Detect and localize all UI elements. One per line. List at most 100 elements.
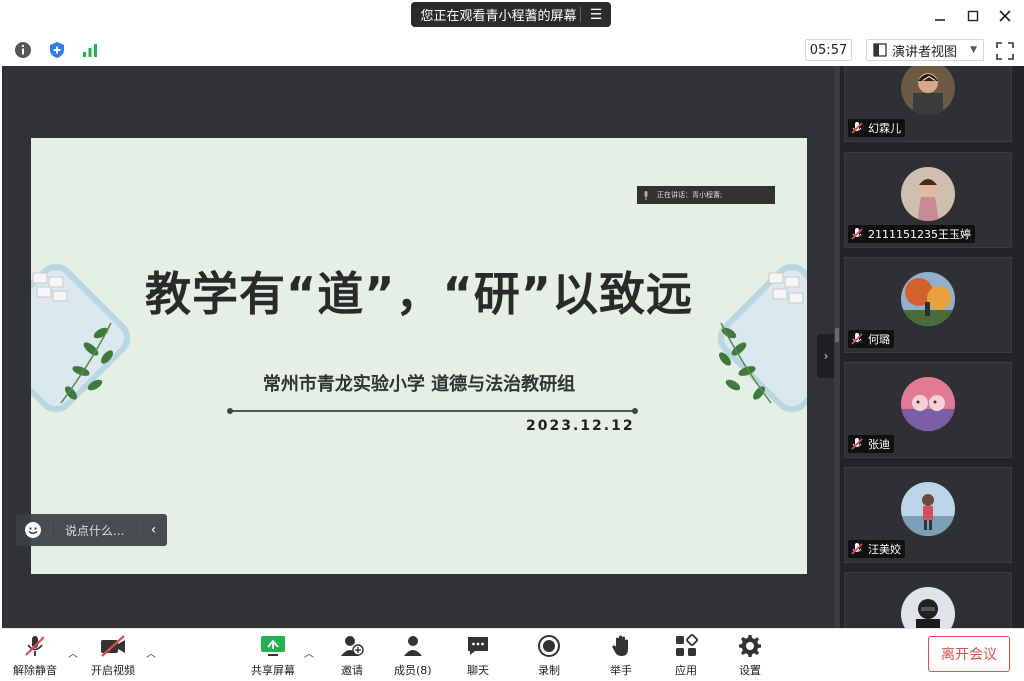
security-button[interactable]	[46, 39, 68, 61]
slide-subtitle: 常州市青龙实验小学 道德与法治教研组	[262, 374, 576, 395]
microphone-muted-icon	[851, 438, 863, 450]
participant-tile[interactable]	[844, 572, 1012, 628]
apps-button[interactable]: 应用	[672, 632, 700, 678]
unmute-button[interactable]: 解除静音	[13, 632, 57, 678]
maximize-icon	[967, 10, 979, 22]
collapse-gallery-button[interactable]: ›	[817, 334, 835, 378]
minimize-button[interactable]	[930, 6, 950, 26]
slide-divider-line	[227, 408, 638, 414]
participant-nameplate: 张迪	[848, 435, 894, 453]
hand-icon	[607, 632, 635, 660]
record-label: 录制	[538, 664, 560, 677]
participant-tile[interactable]: 何璐	[844, 257, 1012, 353]
close-icon	[999, 10, 1011, 22]
chat-input[interactable]: 说点什么...	[50, 521, 139, 539]
audio-options-caret[interactable]: ︿	[68, 645, 78, 660]
avatar	[901, 377, 955, 431]
chat-bubble-icon	[464, 632, 492, 660]
participant-tile[interactable]: 汪美姣	[844, 467, 1012, 563]
share-screen-icon	[259, 632, 287, 660]
microphone-muted-icon	[851, 543, 863, 555]
meeting-info-bar: 05:57 演讲者视图 ▼	[0, 34, 1024, 66]
participant-name: 何璐	[868, 333, 890, 346]
avatar	[901, 167, 955, 221]
members-label: 成员(8)	[394, 664, 432, 677]
chat-label: 聊天	[467, 664, 489, 677]
chevron-left-icon[interactable]: ‹	[139, 522, 167, 538]
view-mode-dropdown[interactable]: 演讲者视图 ▼	[866, 39, 984, 61]
fullscreen-icon	[996, 42, 1014, 60]
share-screen-label: 共享屏幕	[251, 664, 295, 677]
slide-title: 教学有“道”，“研”以致远	[145, 267, 693, 321]
speaking-label: 正在讲话：青小程蓍;	[657, 191, 723, 199]
chat-button[interactable]: 聊天	[464, 632, 492, 678]
participant-tile[interactable]: 2111151235王玉婷	[844, 152, 1012, 248]
record-button[interactable]: 录制	[535, 632, 563, 678]
participant-gallery[interactable]: ︿ 幻霖儿 2111151235王玉婷 何璐 张迪 汪美姣	[840, 66, 1024, 628]
microphone-muted-icon	[851, 333, 863, 345]
participant-nameplate: 幻霖儿	[848, 119, 905, 137]
participant-name: 2111151235王玉婷	[868, 228, 971, 241]
info-icon	[15, 42, 31, 58]
members-button[interactable]: 成员(8)	[394, 632, 432, 678]
chevron-up-icon[interactable]: ︿	[922, 66, 936, 85]
avatar	[901, 482, 955, 536]
shield-icon	[50, 42, 64, 58]
sharing-status-text: 您正在观看青小程蓍的屏幕	[420, 9, 577, 24]
chevron-right-icon: ›	[823, 349, 829, 363]
close-button[interactable]	[995, 6, 1015, 26]
unmute-label: 解除静音	[13, 664, 57, 677]
fullscreen-button[interactable]	[996, 42, 1014, 60]
screen-share-banner[interactable]: 您正在观看青小程蓍的屏幕 ☰	[411, 2, 611, 27]
shared-screen-area: 正在讲话：青小程蓍; 教学有“道”，“研”以致远 常州市青龙实验小学 道德与法治…	[2, 66, 835, 628]
settings-button[interactable]: 设置	[736, 632, 764, 678]
signal-bars-icon	[83, 44, 97, 57]
raise-hand-button[interactable]: 举手	[607, 632, 635, 678]
video-options-caret[interactable]: ︿	[146, 645, 156, 660]
list-icon[interactable]: ☰	[581, 7, 611, 23]
share-options-caret[interactable]: ︿	[304, 645, 314, 660]
minimize-icon	[935, 19, 945, 21]
gear-icon	[736, 632, 764, 660]
maximize-button[interactable]	[963, 6, 983, 26]
participant-nameplate: 何璐	[848, 330, 894, 348]
network-status-button[interactable]	[79, 39, 101, 61]
quick-chat-bar[interactable]: 说点什么... ‹	[16, 514, 167, 546]
participant-tile[interactable]: 张迪	[844, 362, 1012, 458]
participant-tile[interactable]: ︿ 幻霖儿	[844, 66, 1012, 142]
participant-nameplate: 汪美姣	[848, 540, 905, 558]
participant-nameplate: 2111151235王玉婷	[848, 225, 975, 243]
avatar	[901, 272, 955, 326]
slide-date: 2023.12.12	[526, 418, 635, 434]
invite-button[interactable]: 邀请	[338, 632, 366, 678]
invite-label: 邀请	[341, 664, 363, 677]
settings-label: 设置	[739, 664, 761, 677]
avatar	[901, 587, 955, 628]
presentation-slide: 正在讲话：青小程蓍; 教学有“道”，“研”以致远 常州市青龙实验小学 道德与法治…	[31, 138, 807, 574]
camera-off-icon	[99, 632, 127, 660]
leave-meeting-button[interactable]: 离开会议	[928, 636, 1010, 672]
participant-name: 幻霖儿	[868, 122, 901, 135]
add-user-icon	[338, 632, 366, 660]
record-icon	[535, 632, 563, 660]
raise-hand-label: 举手	[610, 664, 632, 677]
participant-name: 汪美姣	[868, 543, 901, 556]
info-button[interactable]	[12, 39, 34, 61]
chevron-down-icon: ▼	[970, 45, 977, 55]
microphone-muted-icon	[21, 632, 49, 660]
start-video-label: 开启视频	[91, 664, 135, 677]
participant-name: 张迪	[868, 438, 890, 451]
apps-grid-icon	[672, 632, 700, 660]
share-screen-button[interactable]: 共享屏幕	[251, 632, 295, 678]
microphone-muted-icon	[851, 122, 863, 134]
speaker-view-icon	[873, 43, 887, 57]
apps-label: 应用	[675, 664, 697, 677]
meeting-timer: 05:57	[805, 39, 852, 61]
title-bar: 您正在观看青小程蓍的屏幕 ☰	[0, 0, 1024, 34]
microphone-icon	[644, 190, 648, 200]
view-mode-label: 演讲者视图	[892, 44, 958, 60]
start-video-button[interactable]: 开启视频	[91, 632, 135, 678]
smiley-icon	[25, 522, 41, 538]
emoji-button[interactable]	[16, 521, 50, 539]
user-icon	[399, 632, 427, 660]
